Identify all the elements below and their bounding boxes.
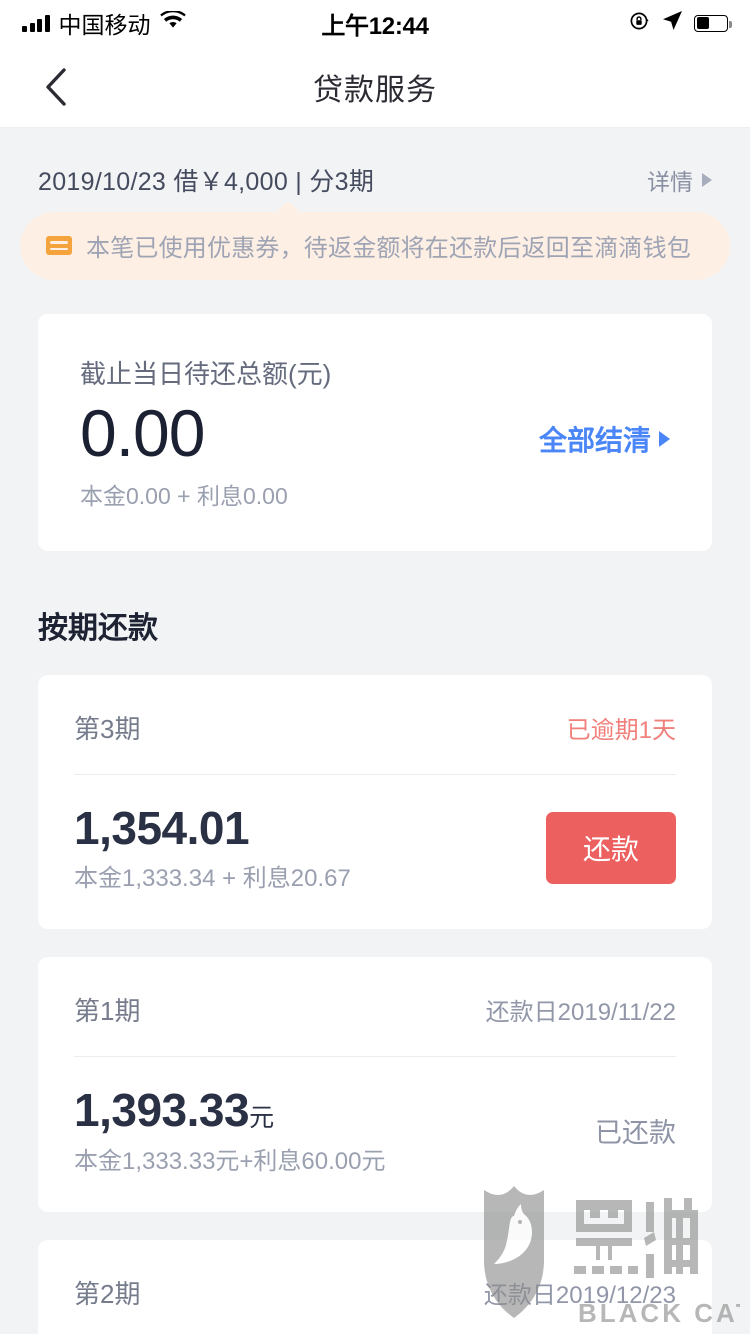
status-bar: 中国移动 上午12:44 <box>0 0 750 46</box>
installment-body: 1,354.01 本金1,333.34 + 利息20.67 还款 <box>74 775 676 930</box>
installment-body: 1,393.33元 本金1,333.33元+利息60.00元 已还款 <box>74 1057 676 1212</box>
settle-all-button[interactable]: 全部结清 <box>539 419 670 471</box>
installment-due-date: 还款日2019/12/23 <box>483 1281 676 1309</box>
loan-summary-text: 2019/10/23 借￥4,000 | 分3期 <box>38 168 375 196</box>
total-due-label: 截止当日待还总额(元) <box>80 359 332 389</box>
loan-detail-label: 详情 <box>647 169 693 195</box>
navigation-bar: 贷款服务 <box>0 46 750 128</box>
installment-amount-block: 1,393.33元 本金1,333.33元+利息60.00元 <box>74 1085 386 1176</box>
total-due-amount: 0.00 <box>80 396 205 470</box>
installment-breakdown: 本金1,333.33元+利息60.00元 <box>74 1147 386 1175</box>
status-bar-right <box>629 10 732 37</box>
installment-amount-block: 1,354.01 本金1,333.34 + 利息20.67 <box>74 801 351 894</box>
installment-status-badge: 已逾期1天 <box>566 716 676 744</box>
location-arrow-icon <box>662 10 683 36</box>
coupon-ticket-icon <box>46 236 72 255</box>
page-title: 贷款服务 <box>313 73 437 107</box>
installment-paid-status: 已还款 <box>595 1118 676 1149</box>
coupon-notice-banner: 本笔已使用优惠券，待返金额将在还款后返回至滴滴钱包 <box>20 201 730 280</box>
coupon-notice-wrapper: 本笔已使用优惠券，待返金额将在还款后返回至滴滴钱包 <box>0 198 750 280</box>
installment-header: 第1期 还款日2019/11/22 <box>74 957 676 1056</box>
triangle-right-icon <box>659 430 670 447</box>
installments-section-title: 按期还款 <box>38 611 158 645</box>
installment-card[interactable]: 第1期 还款日2019/11/22 1,393.33元 本金1,333.33元+… <box>38 957 712 1212</box>
loan-summary-row: 2019/10/23 借￥4,000 | 分3期 详情 <box>0 128 750 198</box>
installment-breakdown: 本金1,333.34 + 利息20.67 <box>74 865 351 893</box>
installment-period: 第2期 <box>74 1278 141 1309</box>
back-button[interactable] <box>34 65 78 109</box>
installment-header: 第2期 还款日2019/12/23 <box>74 1240 676 1334</box>
total-due-breakdown: 本金0.00 + 利息0.00 <box>80 482 288 509</box>
total-due-card: 截止当日待还总额(元) 0.00 全部结清 本金0.00 + 利息0.00 <box>38 314 712 551</box>
installment-header: 第3期 已逾期1天 <box>74 675 676 774</box>
installment-period: 第3期 <box>74 713 141 744</box>
installment-card[interactable]: 第3期 已逾期1天 1,354.01 本金1,333.34 + 利息20.67 … <box>38 674 712 930</box>
installment-amount-value: 1,393.33 <box>74 1084 250 1137</box>
installment-due-date: 还款日2019/11/22 <box>485 999 676 1027</box>
installment-period: 第1期 <box>74 996 141 1027</box>
installment-amount: 1,393.33元 <box>74 1085 386 1137</box>
triangle-right-icon <box>702 173 712 187</box>
installment-amount-unit: 元 <box>249 1104 275 1133</box>
installment-card[interactable]: 第2期 还款日2019/12/23 <box>38 1239 712 1334</box>
installment-amount: 1,354.01 <box>74 801 250 854</box>
app-screen: 中国移动 上午12:44 贷款服务 2019/10/23 借￥4,000 | 分… <box>0 0 750 1334</box>
coupon-notice-text: 本笔已使用优惠券，待返金额将在还款后返回至滴滴钱包 <box>86 235 691 262</box>
rotation-lock-icon <box>629 10 651 37</box>
repay-button[interactable]: 还款 <box>546 812 676 885</box>
battery-icon <box>694 14 732 32</box>
settle-all-label: 全部结清 <box>538 424 651 456</box>
chevron-left-icon <box>44 67 68 107</box>
loan-detail-link[interactable]: 详情 <box>647 163 712 197</box>
total-due-row: 0.00 全部结清 <box>80 396 670 471</box>
